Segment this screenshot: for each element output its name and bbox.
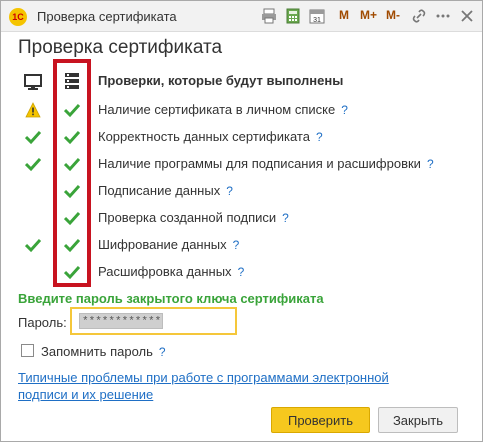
- check-row-label: Корректность данных сертификата?: [98, 129, 323, 144]
- check-row-label: Наличие сертификата в личном списке?: [98, 102, 348, 117]
- computer-icon: [24, 74, 42, 90]
- server-check-icon: [64, 211, 80, 226]
- svg-text:31: 31: [313, 17, 321, 24]
- help-link[interactable]: ?: [233, 238, 240, 252]
- help-link[interactable]: ?: [282, 211, 289, 225]
- password-prompt: Введите пароль закрытого ключа сертифика…: [18, 291, 324, 306]
- server-check-icon: [64, 130, 80, 145]
- check-button[interactable]: Проверить: [271, 407, 370, 433]
- server-check-icon: [64, 265, 80, 280]
- check-row-label: Проверка созданной подписи?: [98, 210, 289, 225]
- memory-minus-button[interactable]: M-: [386, 8, 400, 22]
- help-link[interactable]: ?: [316, 130, 323, 144]
- warning-icon: [25, 102, 41, 118]
- app-logo-icon: 1С: [9, 8, 27, 26]
- check-label: Корректность данных сертификата: [98, 129, 310, 144]
- server-check-icon: [64, 184, 80, 199]
- more-menu-icon[interactable]: [435, 8, 451, 24]
- close-icon[interactable]: [459, 8, 475, 24]
- help-link[interactable]: ?: [427, 157, 434, 171]
- check-label: Расшифровка данных: [98, 264, 232, 279]
- checks-header: Проверки, которые будут выполнены: [98, 73, 344, 88]
- computer-check-icon: [25, 157, 41, 172]
- check-row-label: Наличие программы для подписания и расши…: [98, 156, 434, 171]
- remember-password-label[interactable]: Запомнить пароль: [41, 344, 153, 359]
- check-row-label: Шифрование данных?: [98, 237, 239, 252]
- help-link[interactable]: ?: [226, 184, 233, 198]
- check-label: Подписание данных: [98, 183, 221, 198]
- close-button[interactable]: Закрыть: [378, 407, 458, 433]
- help-link[interactable]: ?: [159, 345, 166, 359]
- remember-password-checkbox[interactable]: [21, 344, 34, 357]
- check-label: Наличие сертификата в личном списке: [98, 102, 336, 117]
- computer-check-icon: [25, 130, 41, 145]
- print-icon[interactable]: [261, 8, 277, 24]
- server-check-icon: [64, 157, 80, 172]
- computer-check-icon: [25, 238, 41, 253]
- calculator-icon[interactable]: [285, 8, 301, 24]
- help-link[interactable]: ?: [341, 103, 348, 117]
- password-label: Пароль:: [18, 315, 67, 330]
- typical-problems-link[interactable]: Типичные проблемы при работе с программа…: [18, 369, 418, 403]
- check-label: Проверка созданной подписи: [98, 210, 277, 225]
- server-check-icon: [64, 238, 80, 253]
- calendar-icon[interactable]: 31: [309, 8, 325, 24]
- password-field[interactable]: ***************: [79, 313, 163, 329]
- title-bar: 1С Проверка сертификата 31 M M+ M-: [1, 1, 482, 32]
- check-label: Наличие программы для подписания и расши…: [98, 156, 421, 171]
- server-check-icon: [64, 103, 80, 118]
- memory-plus-button[interactable]: M+: [360, 8, 377, 22]
- check-row-label: Подписание данных?: [98, 183, 233, 198]
- remember-password-row: Запомнить пароль?: [41, 344, 166, 359]
- window-title: Проверка сертификата: [37, 9, 177, 24]
- certificate-check-window: 1С Проверка сертификата 31 M M+ M- Прове…: [0, 0, 483, 442]
- check-label: Шифрование данных: [98, 237, 227, 252]
- page-title: Проверка сертификата: [18, 37, 223, 58]
- check-row-label: Расшифровка данных?: [98, 264, 244, 279]
- help-link[interactable]: ?: [238, 265, 245, 279]
- link-icon[interactable]: [411, 8, 427, 24]
- memory-button[interactable]: M: [339, 8, 349, 22]
